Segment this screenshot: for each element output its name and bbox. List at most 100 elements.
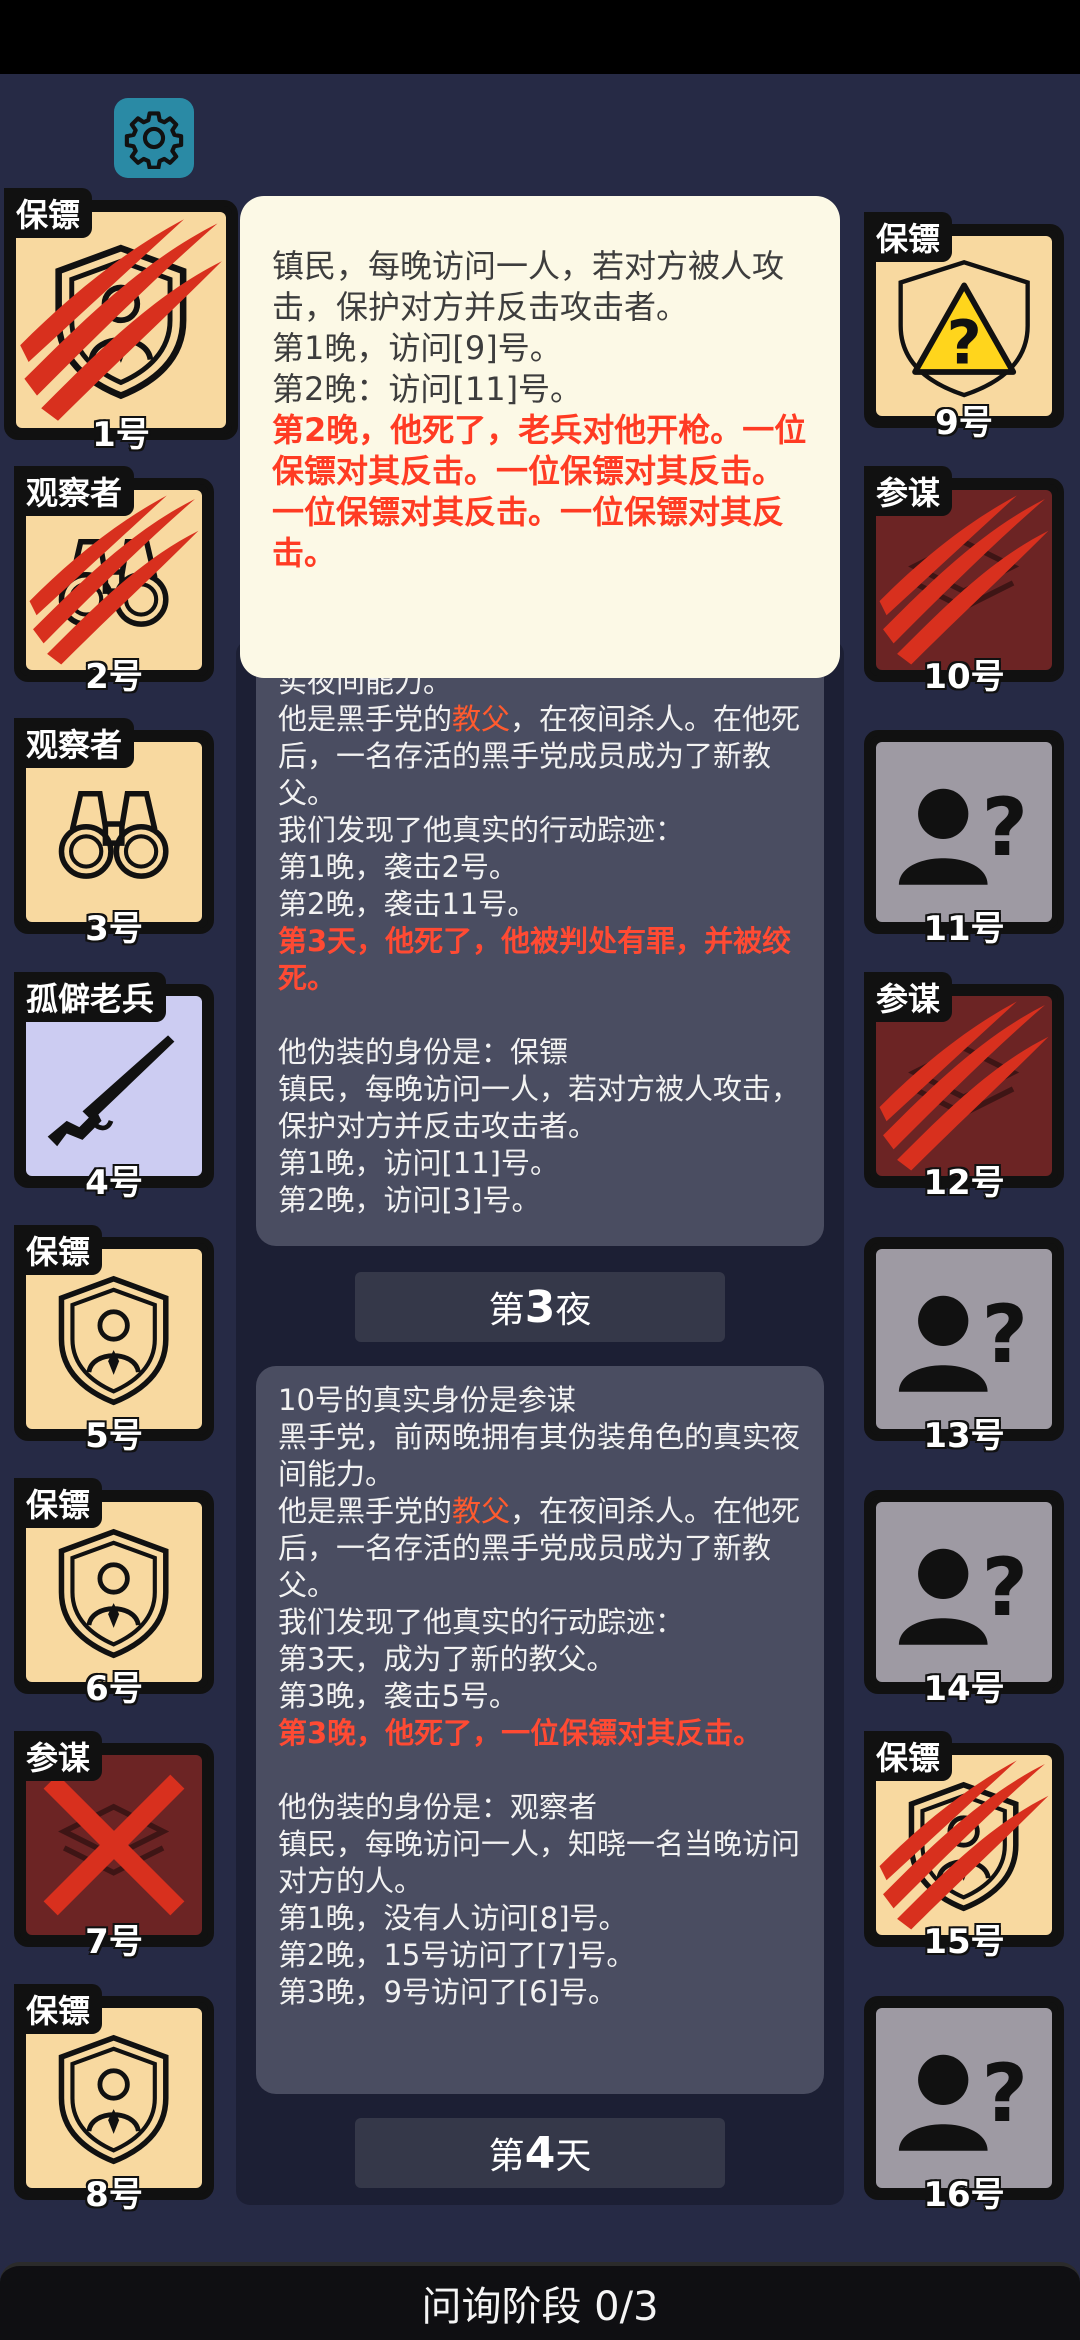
info-text: 我们发现了他真实的行动踪迹： [278,813,685,847]
role-label: 保镖 [4,188,93,238]
player-card-3[interactable]: 观察者 3号 [14,718,214,949]
player-card-11[interactable]: ? 11号 [864,730,1064,949]
player-card-12[interactable]: 参谋 12号 [864,972,1064,1203]
info-text: 第3天，成为了新的教父。 [278,1642,616,1676]
info-text: 他伪装的身份是：观察者 [278,1790,598,1824]
player-number: 8号 [85,2175,143,2215]
role-label: 观察者 [14,466,135,516]
player-number: 12号 [923,1163,1005,1203]
tooltip-text: 第2晚：访问[11]号。 [272,370,583,408]
info-text: 第3晚，袭击5号。 [278,1679,518,1713]
info-text: 第1晚，没有人访问[8]号。 [278,1901,628,1935]
shield-person-icon [876,1755,1052,1935]
player-number: 5号 [85,1416,143,1456]
player-number: 15号 [923,1922,1005,1962]
role-label: 参谋 [14,1731,103,1781]
shield-person-icon [26,1249,202,1429]
role-label: 保镖 [864,1731,953,1781]
info-text: 第1晚，访问[11]号。 [278,1146,559,1180]
player-card-8[interactable]: 保镖 8号 [14,1984,214,2215]
info-text: 他是黑手党的教父，在夜间杀人。在他死后，一名存活的黑手党成员成为了新教父。 [278,702,801,810]
rifle-icon [26,996,202,1176]
player-number: 3号 [85,909,143,949]
shield-person-icon [26,1502,202,1682]
strategy-map-icon [876,490,1052,670]
info-text: 我们发现了他真实的行动踪迹： [278,1605,685,1639]
binoculars-icon [26,490,202,670]
role-label: 参谋 [864,466,953,516]
strategy-map-icon [876,996,1052,1176]
player-number: 14号 [923,1669,1005,1709]
shield-person-icon [26,2008,202,2188]
role-label: 保镖 [14,1478,103,1528]
player-card-13[interactable]: ? 13号 [864,1237,1064,1456]
tooltip-text: 镇民，每晚访问一人，若对方被人攻击，保护对方并反击攻击者。 [272,247,785,326]
info-text: 第3晚，9号访问了[6]号。 [278,1975,617,2009]
unknown-person-icon: ? [876,1249,1052,1429]
role-label: 观察者 [14,718,135,768]
shield-person-icon [16,212,226,428]
info-text: 黑手党，前两晚拥有其伪装角色的真实夜间能力。 [278,1420,801,1491]
player-card-16[interactable]: ? 16号 [864,1996,1064,2215]
claw-mark-icon [879,1760,1049,1930]
phase-header-day: 第4天 [355,2118,725,2188]
player-number: 16号 [923,2175,1005,2215]
strategy-map-icon [26,1755,202,1935]
player-card-6[interactable]: 保镖 6号 [14,1478,214,1709]
binoculars-icon [26,742,202,922]
role-label: 参谋 [864,972,953,1022]
status-bar [0,0,1080,74]
death-text: 第3晚，他死了，一位保镖对其反击。 [278,1716,763,1750]
settings-button[interactable] [114,98,194,178]
player-number: 13号 [923,1416,1005,1456]
role-label: 保镖 [864,212,953,262]
player-card-15[interactable]: 保镖 15号 [864,1731,1064,1962]
unknown-person-icon: ? [876,742,1052,922]
claw-mark-icon [879,1001,1049,1171]
player-number: 9号 [935,403,993,443]
player-number: 10号 [923,657,1005,697]
role-label: 保镖 [14,1225,103,1275]
player-card-5[interactable]: 保镖 5号 [14,1225,214,1456]
player-number: 4号 [85,1163,143,1203]
svg-text:?: ? [982,1542,1028,1635]
role-label: 孤僻老兵 [14,972,167,1022]
cross-mark-icon [43,1774,185,1916]
player-number: 6号 [85,1669,143,1709]
unknown-person-icon: ? [876,2008,1052,2188]
info-text: 10号的真实身份是参谋 [278,1383,576,1417]
unknown-person-icon: ? [876,1502,1052,1682]
info-text: 镇民，每晚访问一人，知晓一名当晚访问对方的人。 [278,1827,801,1898]
player-card-2[interactable]: 观察者 2号 [14,466,214,697]
svg-text:?: ? [982,2048,1028,2141]
phase-header-night: 第3夜 [355,1272,725,1342]
claw-mark-icon [29,495,199,665]
role-label: 保镖 [14,1984,103,2034]
info-text: 他伪装的身份是：保镖 [278,1035,569,1069]
player-card-9[interactable]: ? 保镖 9号 [864,212,1064,443]
claw-mark-icon [20,219,222,421]
player-card-14[interactable]: ? 14号 [864,1490,1064,1709]
player-card-7[interactable]: 参谋 7号 [14,1731,214,1962]
inquiry-phase-label: 问询阶段 0/3 [421,2284,659,2330]
player-number: 2号 [85,657,143,697]
info-text: 第2晚，15号访问了[7]号。 [278,1938,636,1972]
tooltip-death-text: 第2晚，他死了，老兵对他开枪。一位保镖对其反击。一位保镖对其反击。一位保镖对其反… [272,411,807,572]
role-tooltip-popup[interactable]: 镇民，每晚访问一人，若对方被人攻击，保护对方并反击攻击者。 第1晚，访问[9]号… [240,196,840,678]
info-text: 他是黑手党的教父，在夜间杀人。在他死后，一名存活的黑手党成员成为了新教父。 [278,1494,801,1602]
player-info-box: 10号的真实身份是参谋 黑手党，前两晚拥有其伪装角色的真实夜间能力。 他是黑手党… [256,1366,824,2094]
info-text: 第2晚，袭击11号。 [278,887,537,921]
player-info-box: 实夜间能力。 他是黑手党的教父，在夜间杀人。在他死后，一名存活的黑手党成员成为了… [256,648,824,1246]
inquiry-phase-bar[interactable]: 问询阶段 0/3 [0,2262,1080,2340]
svg-text:?: ? [982,1289,1028,1382]
info-text: 镇民，每晚访问一人，若对方被人攻击，保护对方并反击攻击者。 [278,1072,801,1143]
player-card-4[interactable]: 孤僻老兵 4号 [14,972,214,1203]
tooltip-text: 第1晚，访问[9]号。 [272,329,562,367]
claw-mark-icon [879,495,1049,665]
player-card-1[interactable]: 保镖 1号 [4,188,238,455]
player-number: 1号 [92,415,150,455]
player-card-10[interactable]: 参谋 10号 [864,466,1064,697]
warning-question-icon: ? [876,236,1052,416]
player-number: 11号 [923,909,1005,949]
gear-icon [124,111,184,169]
